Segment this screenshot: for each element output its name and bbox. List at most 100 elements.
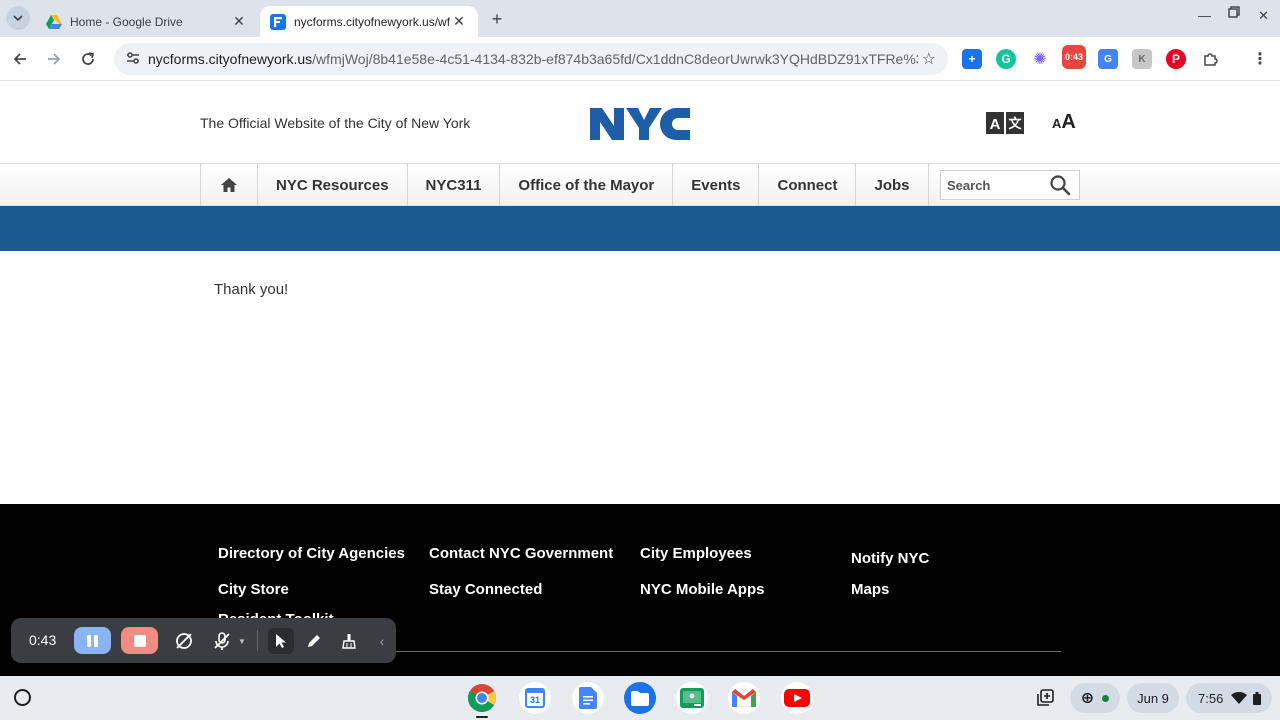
chrome-app-icon[interactable] bbox=[466, 682, 498, 714]
main-navigation: NYC Resources NYC311 Office of the Mayor… bbox=[0, 164, 1280, 206]
minimize-icon[interactable]: — bbox=[1198, 8, 1211, 23]
tab-title: nycforms.cityofnewyork.us/wfmjWoj/8b41 bbox=[294, 14, 450, 29]
page-banner bbox=[0, 206, 1280, 251]
nav-office-of-the-mayor[interactable]: Office of the Mayor bbox=[500, 164, 674, 206]
browser-tab-strip: Home - Google Drive ✕ nycforms.cityofnew… bbox=[0, 0, 1280, 37]
footer-link-city-store[interactable]: City Store bbox=[218, 581, 289, 598]
pointer-tool-icon[interactable] bbox=[268, 628, 294, 654]
translate-icon[interactable]: A 文 bbox=[986, 112, 1026, 134]
text-size-large: A bbox=[1061, 111, 1076, 133]
text-size-small: A bbox=[1052, 116, 1062, 131]
grammarly-icon[interactable]: G bbox=[996, 49, 1016, 69]
reload-icon[interactable] bbox=[76, 47, 100, 71]
site-search bbox=[940, 170, 1080, 200]
google-docs-icon[interactable] bbox=[572, 682, 604, 714]
back-icon[interactable] bbox=[8, 47, 32, 71]
recording-badge: 0:43 bbox=[1064, 52, 1083, 62]
pause-icon bbox=[94, 634, 98, 647]
extension-plus-icon[interactable]: + bbox=[962, 49, 982, 69]
site-info-icon[interactable] bbox=[118, 51, 148, 67]
main-content: Thank you! bbox=[0, 251, 1280, 504]
svg-text:A: A bbox=[990, 116, 1001, 133]
footer-link-notify-nyc[interactable]: Notify NYC bbox=[851, 550, 929, 567]
tab-google-drive[interactable]: Home - Google Drive ✕ bbox=[36, 6, 258, 37]
toolbar-separator bbox=[257, 630, 258, 651]
holding-space-icon[interactable] bbox=[1030, 683, 1060, 713]
stop-recording-button[interactable] bbox=[121, 627, 158, 654]
add-circle-icon: ⊕ bbox=[1080, 690, 1095, 707]
nav-nyc311[interactable]: NYC311 bbox=[408, 164, 501, 206]
footer-link-directory-of-city-agencies[interactable]: Directory of City Agencies bbox=[218, 545, 405, 562]
search-icon[interactable] bbox=[1045, 174, 1075, 196]
calendar-day: 31 bbox=[529, 695, 540, 705]
clock-tray[interactable]: 7:56 bbox=[1186, 683, 1272, 713]
active-app-indicator bbox=[476, 716, 488, 718]
nav-nyc-resources[interactable]: NYC Resources bbox=[258, 164, 408, 206]
text-size-button[interactable]: AA bbox=[1052, 111, 1076, 134]
footer-link-stay-connected[interactable]: Stay Connected bbox=[429, 581, 542, 598]
pause-icon bbox=[87, 634, 91, 647]
kebab-menu-icon[interactable]: ⋮ bbox=[1250, 49, 1270, 69]
pen-tool-icon[interactable] bbox=[303, 630, 325, 652]
extensions-puzzle-icon[interactable] bbox=[1200, 49, 1220, 69]
google-drive-icon bbox=[46, 14, 62, 30]
microphone-menu-chevron-icon[interactable]: ▼ bbox=[235, 630, 249, 652]
home-icon bbox=[221, 178, 237, 192]
bookmark-star-icon[interactable]: ☆ bbox=[922, 49, 936, 69]
url-text: nycforms.cityofnewyork.us/wfmjWoj/8b41e5… bbox=[148, 51, 918, 67]
browser-toolbar: nycforms.cityofnewyork.us/wfmjWoj/8b41e5… bbox=[0, 37, 1280, 81]
pause-recording-button[interactable] bbox=[74, 627, 111, 654]
pinterest-icon[interactable]: P bbox=[1166, 49, 1186, 69]
recording-timer: 0:43 bbox=[29, 632, 57, 648]
footer-link-contact-nyc-government[interactable]: Contact NYC Government bbox=[429, 545, 613, 562]
address-bar[interactable]: nycforms.cityofnewyork.us/wfmjWoj/8b41e5… bbox=[114, 43, 948, 75]
close-icon[interactable]: ✕ bbox=[230, 13, 248, 30]
tab-title: Home - Google Drive bbox=[70, 14, 183, 29]
google-classroom-icon[interactable] bbox=[676, 682, 708, 714]
forward-icon[interactable] bbox=[42, 47, 66, 71]
clock-text: 7:56 bbox=[1198, 690, 1224, 706]
footer-link-nyc-mobile-apps[interactable]: NYC Mobile Apps bbox=[640, 581, 764, 598]
youtube-icon[interactable] bbox=[781, 682, 813, 714]
files-app-icon[interactable] bbox=[624, 682, 656, 714]
footer-link-city-employees[interactable]: City Employees bbox=[640, 545, 752, 562]
status-dot-icon bbox=[1102, 694, 1110, 702]
site-header: The Official Website of the City of New … bbox=[0, 82, 1280, 164]
official-website-text: The Official Website of the City of New … bbox=[200, 115, 471, 131]
url-path: /wfmjWoj/8b41e58e-4c51-4134-832b-ef874b3… bbox=[312, 51, 918, 67]
screen-recorder-extension-icon[interactable]: 0:43 bbox=[1062, 45, 1086, 69]
launcher-icon[interactable] bbox=[14, 689, 31, 706]
os-shelf: 31 ⊕ Jun 9 7:56 bbox=[0, 676, 1280, 720]
stop-icon bbox=[133, 634, 146, 647]
chevron-down-icon bbox=[13, 15, 23, 21]
microphone-off-icon[interactable] bbox=[211, 630, 233, 652]
close-window-icon[interactable]: ✕ bbox=[1258, 8, 1269, 24]
nav-connect[interactable]: Connect bbox=[759, 164, 857, 206]
status-tray-pill[interactable]: ⊕ bbox=[1070, 683, 1120, 713]
translate-extension-icon[interactable]: G bbox=[1098, 49, 1118, 69]
close-icon[interactable]: ✕ bbox=[450, 13, 468, 30]
collapse-chevron-icon[interactable]: ‹ bbox=[371, 630, 393, 652]
screen-recorder-bar: 0:43 ▼ ‹ bbox=[11, 618, 396, 663]
extension-sparkle-icon[interactable]: ✺ bbox=[1030, 49, 1050, 69]
eraser-tool-icon[interactable] bbox=[338, 630, 360, 652]
date-tray[interactable]: Jun 9 bbox=[1127, 683, 1179, 713]
restore-icon[interactable] bbox=[1228, 6, 1240, 21]
camera-off-icon[interactable] bbox=[173, 630, 195, 652]
date-text: Jun 9 bbox=[1137, 690, 1169, 706]
nav-jobs[interactable]: Jobs bbox=[856, 164, 929, 206]
new-tab-button[interactable]: + bbox=[486, 8, 508, 30]
tab-nycforms[interactable]: nycforms.cityofnewyork.us/wfmjWoj/8b41 ✕ bbox=[260, 6, 478, 37]
extension-gray-icon[interactable]: K bbox=[1132, 49, 1152, 69]
url-host: nycforms.cityofnewyork.us bbox=[148, 51, 313, 67]
nav-events[interactable]: Events bbox=[673, 164, 760, 206]
svg-text:文: 文 bbox=[1008, 116, 1022, 132]
tab-search-button[interactable] bbox=[6, 6, 30, 30]
nyc-logo[interactable] bbox=[588, 104, 692, 144]
gmail-icon[interactable] bbox=[728, 682, 760, 714]
footer-link-maps[interactable]: Maps bbox=[851, 581, 889, 598]
wifi-icon bbox=[1231, 692, 1248, 704]
google-calendar-icon[interactable]: 31 bbox=[519, 682, 551, 714]
search-input[interactable] bbox=[941, 172, 1045, 198]
nav-home[interactable] bbox=[201, 164, 258, 206]
